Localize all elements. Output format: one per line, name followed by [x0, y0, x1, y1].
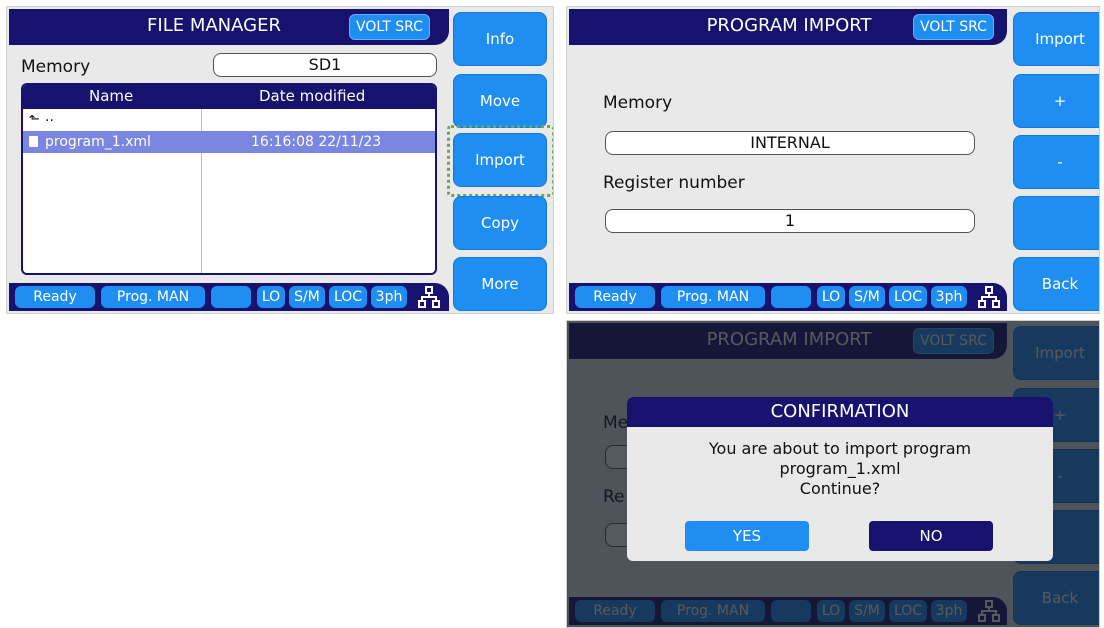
status-program: Prog. MAN [101, 286, 205, 308]
memory-label: Memory [603, 93, 673, 113]
file-table: Name Date modified ⬑ .. program_1.xml 16… [21, 83, 437, 275]
minus-button[interactable]: - [1013, 135, 1099, 189]
status-loc: LOC [329, 286, 367, 308]
confirmation-screen: PROGRAM IMPORT VOLT SRC Me Re Import + -… [566, 320, 1100, 628]
yes-button[interactable]: YES [685, 521, 809, 551]
page-title: FILE MANAGER [147, 15, 281, 36]
import-button[interactable]: Import [1013, 12, 1099, 66]
up-arrow-icon: ⬑ [29, 112, 40, 127]
dialog-message-continue: Continue? [799, 479, 881, 498]
row-name: program_1.xml [45, 134, 151, 150]
dialog-title: CONFIRMATION [627, 397, 1053, 427]
status-empty [771, 286, 811, 308]
memory-field[interactable]: INTERNAL [605, 131, 975, 155]
import-button[interactable]: Import [453, 133, 547, 187]
info-button[interactable]: Info [453, 12, 547, 66]
row-name: .. [45, 109, 54, 125]
dialog-message-line1: You are about to import program [708, 439, 972, 458]
row-date: 16:16:08 22/11/23 [251, 134, 382, 150]
status-lo: LO [257, 286, 285, 308]
status-bar: Ready Prog. MAN LO S/M LOC 3ph [9, 283, 449, 311]
status-phase: 3ph [931, 286, 967, 308]
mode-badge: VOLT SRC [913, 14, 994, 40]
no-button[interactable]: NO [869, 521, 993, 551]
status-ready: Ready [575, 286, 655, 308]
status-sm: S/M [289, 286, 325, 308]
network-icon [418, 286, 440, 308]
table-row[interactable]: program_1.xml 16:16:08 22/11/23 [23, 131, 435, 153]
column-header-date[interactable]: Date modified [259, 85, 365, 107]
register-label: Register number [603, 173, 745, 193]
network-icon [978, 286, 1000, 308]
register-field[interactable]: 1 [605, 209, 975, 233]
copy-button[interactable]: Copy [453, 196, 547, 250]
file-icon [29, 136, 38, 147]
dialog-message-filename: program_1.xml [779, 459, 901, 478]
file-manager-screen: FILE MANAGER VOLT SRC Memory SD1 Name Da… [6, 6, 554, 314]
memory-field[interactable]: SD1 [213, 53, 437, 77]
memory-label: Memory [21, 57, 91, 77]
confirmation-dialog: CONFIRMATION You are about to import pro… [627, 397, 1053, 561]
column-header-name[interactable]: Name [89, 85, 133, 107]
status-sm: S/M [849, 286, 885, 308]
move-button[interactable]: Move [453, 74, 547, 128]
status-bar: Ready Prog. MAN LO S/M LOC 3ph [569, 283, 1007, 311]
table-header: Name Date modified [23, 85, 435, 109]
status-lo: LO [817, 286, 845, 308]
more-button[interactable]: More [453, 257, 547, 311]
title-bar: FILE MANAGER VOLT SRC [9, 9, 449, 45]
program-import-screen: PROGRAM IMPORT VOLT SRC Memory INTERNAL … [566, 6, 1100, 314]
status-loc: LOC [889, 286, 927, 308]
table-row[interactable]: ⬑ .. [23, 109, 435, 131]
status-ready: Ready [15, 286, 95, 308]
title-bar: PROGRAM IMPORT VOLT SRC [569, 9, 1007, 45]
mode-badge: VOLT SRC [349, 14, 430, 40]
status-phase: 3ph [371, 286, 407, 308]
blank-button[interactable] [1013, 196, 1099, 250]
back-button[interactable]: Back [1013, 257, 1099, 311]
status-program: Prog. MAN [661, 286, 765, 308]
status-empty [211, 286, 251, 308]
plus-button[interactable]: + [1013, 74, 1099, 128]
page-title: PROGRAM IMPORT [706, 15, 872, 36]
